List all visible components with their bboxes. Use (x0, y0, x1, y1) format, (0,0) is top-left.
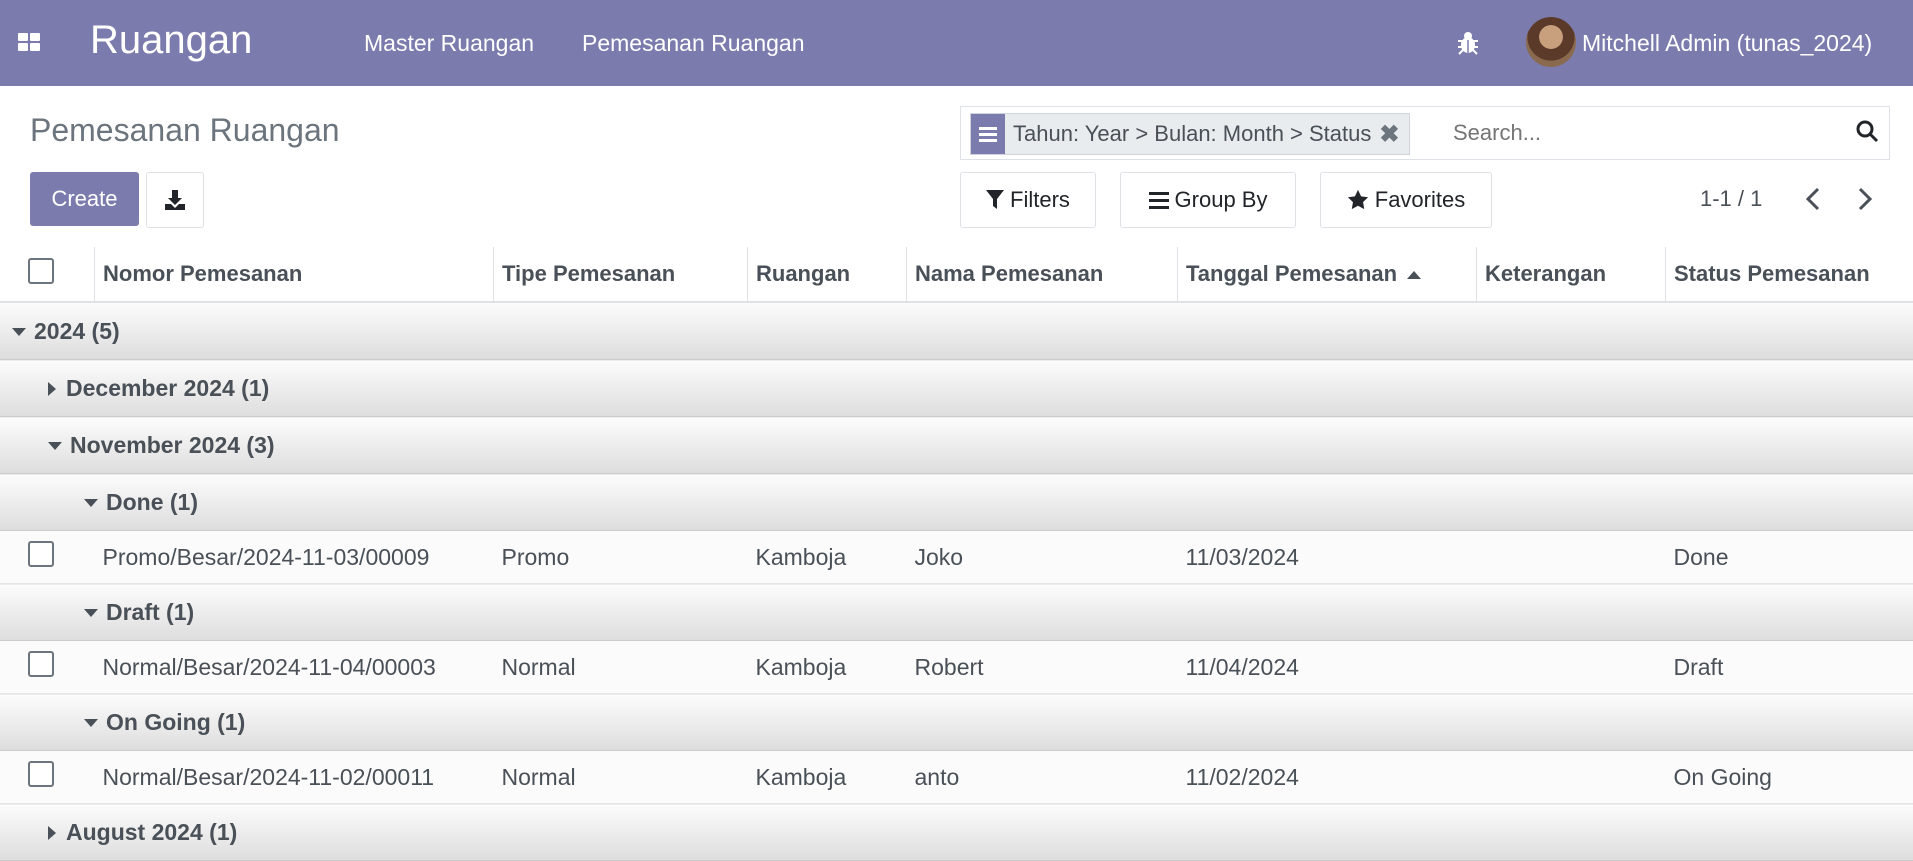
group-label: Done (1) (106, 488, 198, 515)
pager-previous-icon[interactable] (1802, 186, 1826, 212)
list-table: Nomor Pemesanan Tipe Pemesanan Ruangan N… (0, 247, 1913, 861)
column-header-tanggal[interactable]: Tanggal Pemesanan (1177, 247, 1477, 303)
facet-remove-icon[interactable]: ✖ (1379, 120, 1409, 149)
group-row-december[interactable]: December 2024 (1) (0, 359, 1913, 417)
cell-ruangan: Kamboja (747, 530, 907, 584)
column-header-nomor[interactable]: Nomor Pemesanan (94, 247, 494, 303)
caret-down-icon (12, 328, 26, 337)
user-name[interactable]: Mitchell Admin (tunas_2024) (1582, 30, 1872, 57)
cell-status: Draft (1665, 640, 1913, 694)
sort-ascending-icon (1407, 271, 1422, 280)
table-row[interactable]: Promo/Besar/2024-11-03/00009 Promo Kambo… (0, 530, 1913, 584)
user-avatar[interactable] (1526, 17, 1576, 67)
group-row-done[interactable]: Done (1) (0, 473, 1913, 531)
cell-tanggal: 11/03/2024 (1177, 530, 1477, 584)
row-checkbox[interactable] (28, 761, 54, 787)
row-checkbox[interactable] (28, 651, 54, 677)
column-header-tanggal-label: Tanggal Pemesanan (1186, 261, 1398, 286)
apps-menu-icon[interactable] (18, 33, 42, 53)
cell-keterangan (1476, 640, 1666, 694)
search-bar: Tahun: Year > Bulan: Month > Status ✖ (960, 106, 1890, 160)
cell-nama: anto (906, 750, 1178, 804)
page-title: Pemesanan Ruangan (30, 112, 340, 148)
create-button[interactable]: Create (30, 172, 139, 226)
cell-nomor: Promo/Besar/2024-11-03/00009 (94, 530, 494, 584)
filters-label: Filters (1010, 187, 1070, 212)
cell-nomor: Normal/Besar/2024-11-04/00003 (94, 640, 494, 694)
select-all-checkbox[interactable] (28, 258, 54, 284)
row-checkbox[interactable] (28, 541, 54, 567)
cell-tipe: Normal (493, 750, 748, 804)
group-row-august[interactable]: August 2024 (1) (0, 803, 1913, 861)
filters-button[interactable]: Filters (960, 172, 1096, 228)
cell-nama: Robert (906, 640, 1178, 694)
column-header-keterangan[interactable]: Keterangan (1476, 247, 1666, 303)
groupby-facet: Tahun: Year > Bulan: Month > Status ✖ (970, 113, 1411, 155)
cell-status: On Going (1665, 750, 1913, 804)
cell-tanggal: 11/04/2024 (1177, 640, 1477, 694)
cell-nama: Joko (906, 530, 1178, 584)
menu-pemesanan-ruangan[interactable]: Pemesanan Ruangan (582, 30, 805, 57)
group-label: Draft (1) (106, 598, 195, 625)
column-header-ruangan[interactable]: Ruangan (747, 247, 907, 303)
group-label: On Going (1) (106, 708, 246, 735)
favorites-label: Favorites (1374, 187, 1466, 212)
cell-tanggal: 11/02/2024 (1177, 750, 1477, 804)
cell-tipe: Promo (493, 530, 748, 584)
group-row-year[interactable]: 2024 (5) (0, 302, 1913, 360)
pager-value[interactable]: 1-1 / 1 (1700, 186, 1762, 212)
caret-down-icon (84, 499, 98, 508)
groupby-facet-label: Tahun: Year > Bulan: Month > Status (1013, 121, 1372, 146)
cell-ruangan: Kamboja (747, 750, 907, 804)
menu-master-ruangan[interactable]: Master Ruangan (364, 30, 534, 57)
column-header-tipe[interactable]: Tipe Pemesanan (493, 247, 748, 303)
cell-keterangan (1476, 530, 1666, 584)
group-label: December 2024 (1) (66, 374, 270, 401)
cell-keterangan (1476, 750, 1666, 804)
table-row[interactable]: Normal/Besar/2024-11-02/00011 Normal Kam… (0, 750, 1913, 804)
table-row[interactable]: Normal/Besar/2024-11-04/00003 Normal Kam… (0, 640, 1913, 694)
cell-tipe: Normal (493, 640, 748, 694)
caret-down-icon (48, 442, 62, 451)
group-by-button[interactable]: Group By (1120, 172, 1296, 228)
group-row-november[interactable]: November 2024 (3) (0, 416, 1913, 474)
caret-right-icon (48, 826, 56, 841)
bars-icon (1148, 192, 1169, 209)
search-input[interactable] (1451, 115, 1835, 151)
pager-next-icon[interactable] (1852, 186, 1876, 212)
cell-nomor: Normal/Besar/2024-11-02/00011 (94, 750, 494, 804)
group-label: 2024 (5) (34, 317, 120, 344)
download-icon (165, 190, 185, 210)
group-by-label: Group By (1174, 187, 1268, 212)
cell-ruangan: Kamboja (747, 640, 907, 694)
group-label: November 2024 (3) (70, 431, 275, 458)
app-title[interactable]: Ruangan (90, 18, 252, 63)
select-all-cell (0, 247, 95, 303)
star-icon (1347, 189, 1368, 210)
caret-right-icon (48, 382, 56, 397)
caret-down-icon (84, 609, 98, 618)
filter-icon (986, 190, 1005, 209)
table-header-row: Nomor Pemesanan Tipe Pemesanan Ruangan N… (0, 247, 1913, 303)
search-icon[interactable] (1855, 119, 1879, 143)
export-button[interactable] (146, 172, 204, 228)
caret-down-icon (84, 719, 98, 728)
group-label: August 2024 (1) (66, 818, 238, 845)
column-header-status[interactable]: Status Pemesanan (1665, 247, 1913, 303)
favorites-button[interactable]: Favorites (1320, 172, 1492, 228)
groupby-facet-icon (971, 114, 1005, 154)
top-navbar: Ruangan Master Ruangan Pemesanan Ruangan… (0, 0, 1913, 86)
debug-bug-icon[interactable] (1455, 30, 1481, 56)
column-header-nama[interactable]: Nama Pemesanan (906, 247, 1178, 303)
group-row-ongoing[interactable]: On Going (1) (0, 693, 1913, 751)
cell-status: Done (1665, 530, 1913, 584)
group-row-draft[interactable]: Draft (1) (0, 583, 1913, 641)
